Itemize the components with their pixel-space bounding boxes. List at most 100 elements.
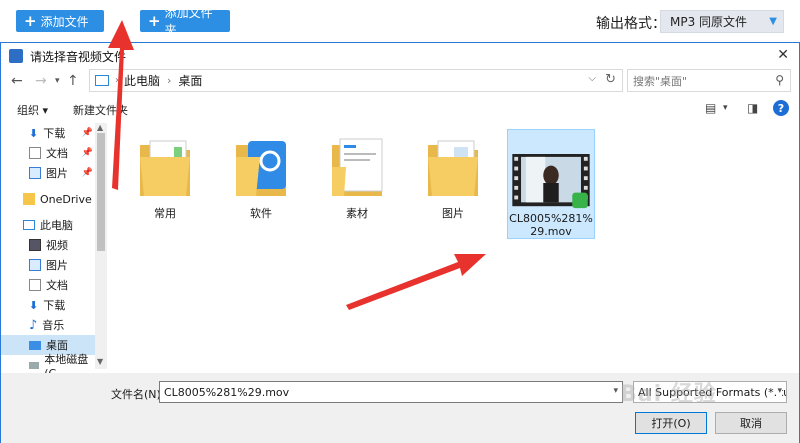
dialog-title: 请选择音视频文件 [30, 49, 127, 64]
add-file-button[interactable]: + 添加文件 [16, 10, 104, 32]
pin-icon: 📌 [81, 168, 93, 178]
refresh-icon[interactable]: ↻ [605, 72, 616, 87]
file-item-folder[interactable]: 常用 [121, 133, 209, 233]
picture-icon [29, 259, 41, 271]
sidebar-item-onedrive[interactable]: OneDrive [1, 189, 95, 209]
add-file-label: 添加文件 [40, 14, 89, 29]
back-arrow-icon[interactable]: ← [11, 73, 23, 89]
scroll-up-icon[interactable]: ▲ [97, 123, 103, 132]
cancel-button-label: 取消 [740, 417, 762, 430]
sidebar-scrollbar[interactable]: ▲ ▼ [95, 123, 107, 369]
scrollbar-thumb[interactable] [97, 133, 105, 251]
file-name: CL8005%281%29.mov [509, 212, 593, 238]
sidebar-item-videos[interactable]: 视频 [1, 235, 95, 255]
view-options-icon[interactable]: ▤ [705, 101, 716, 115]
output-format-value: MP3 同原文件 [670, 15, 748, 29]
file-name: 软件 [250, 207, 272, 220]
app-toolbar: + 添加文件 + 添加文件夹 输出格式： MP3 同原文件 ▼ [0, 0, 800, 42]
add-folder-label: 添加文件夹 [164, 6, 213, 37]
help-icon[interactable]: ? [773, 100, 789, 116]
search-icon: ⚲ [775, 73, 784, 87]
dialog-titlebar: 请选择音视频文件 ✕ [1, 43, 799, 69]
search-input[interactable]: 搜索"桌面" ⚲ [627, 69, 791, 92]
sidebar-item-label: OneDrive [40, 192, 92, 206]
forward-arrow-icon[interactable]: → [35, 73, 47, 89]
plus-icon: + [148, 11, 161, 30]
sidebar-item-label: 图片 [46, 259, 68, 272]
recent-dropdown-icon[interactable]: ▾ [55, 76, 60, 86]
sidebar-item-documents-pinned[interactable]: 文档 📌 [1, 143, 95, 163]
picture-icon [29, 167, 41, 179]
desktop-icon [29, 340, 41, 350]
music-note-icon: ♪ [29, 317, 38, 333]
chevron-down-icon: ▼ [769, 16, 777, 27]
file-item-folder[interactable]: 素材 [313, 133, 401, 233]
sidebar-item-label: 下载 [43, 299, 66, 312]
output-format-label: 输出格式： [596, 16, 666, 32]
download-arrow-icon: ⬇ [29, 126, 39, 140]
preview-pane-icon[interactable]: ◨ [747, 101, 758, 115]
chevron-down-icon: ▾ [777, 386, 782, 396]
document-icon [29, 147, 41, 159]
pin-icon: 📌 [81, 148, 93, 158]
sidebar-item-label: 下载 [43, 127, 66, 140]
file-item-folder[interactable]: 图片 [409, 133, 497, 233]
breadcrumb-item[interactable]: 桌面 [178, 72, 202, 89]
plus-icon: + [24, 11, 37, 30]
chevron-down-icon[interactable]: ▾ [723, 103, 728, 113]
folder-icon [23, 193, 35, 205]
download-arrow-icon: ⬇ [29, 298, 39, 312]
chevron-down-icon[interactable]: ▾ [613, 386, 618, 396]
new-folder-button[interactable]: 新建文件夹 [73, 102, 128, 118]
document-icon [29, 279, 41, 291]
file-item-folder[interactable]: 软件 [217, 133, 305, 233]
sidebar-item-label: 文档 [46, 147, 68, 160]
command-bar: 组织 ▾ 新建文件夹 ▤ ▾ ◨ ? [1, 97, 799, 121]
cancel-button[interactable]: 取消 [715, 412, 787, 434]
file-item-video[interactable]: CL8005%281%29.mov [507, 129, 595, 239]
file-name: 图片 [442, 207, 464, 220]
sidebar-item-this-pc[interactable]: 此电脑 [1, 215, 95, 235]
breadcrumb-item[interactable]: 此电脑 [124, 72, 160, 89]
up-arrow-icon[interactable]: ↑ [67, 73, 79, 89]
open-button[interactable]: 打开(O) [635, 412, 707, 434]
video-icon [29, 239, 41, 251]
computer-icon [23, 220, 35, 230]
file-name: 素材 [346, 207, 368, 220]
scroll-down-icon[interactable]: ▼ [97, 357, 103, 366]
sidebar-item-label: 此电脑 [40, 219, 73, 232]
filename-label: 文件名(N): [111, 388, 165, 401]
sidebar-item-downloads[interactable]: ⬇ 下载 [1, 295, 95, 315]
file-name: 常用 [154, 207, 176, 220]
sidebar-item-label: 音乐 [42, 319, 65, 332]
search-placeholder: 搜索"桌面" [633, 74, 688, 88]
app-icon [9, 49, 23, 63]
open-button-label: 打开(O) [651, 417, 691, 430]
chevron-down-icon[interactable]: ⌵ [588, 73, 596, 84]
video-thumbnail-icon [512, 154, 590, 209]
sidebar-item-downloads-pinned[interactable]: ⬇ 下载 📌 [1, 123, 95, 143]
drive-icon [29, 361, 40, 369]
folder-icon [236, 141, 286, 196]
add-folder-button[interactable]: + 添加文件夹 [140, 6, 230, 37]
navigation-row: ← → ▾ ↑ › 此电脑 › 桌面 ⌵ ↻ 搜索"桌面" ⚲ [1, 69, 799, 95]
address-bar[interactable]: › 此电脑 › 桌面 ⌵ ↻ [89, 69, 623, 92]
filename-field[interactable]: CL8005%281%29.mov ▾ [159, 381, 623, 403]
computer-icon [95, 75, 109, 86]
sidebar-item-documents[interactable]: 文档 [1, 275, 95, 295]
output-format-select[interactable]: MP3 同原文件 ▼ [660, 10, 784, 33]
folder-icon [332, 138, 383, 196]
sidebar-item-local-disk[interactable]: 本地磁盘 (C [1, 353, 95, 380]
file-list: 常用 软件 素材 图片 CL8005%281%29.mov [109, 123, 799, 373]
sidebar-item-label: 图片 [46, 167, 68, 180]
close-icon[interactable]: ✕ [777, 47, 789, 63]
folder-icon [428, 140, 478, 196]
sidebar-item-pictures-pinned[interactable]: 图片 📌 [1, 163, 95, 183]
filename-value: CL8005%281%29.mov [164, 385, 290, 399]
sidebar-item-music[interactable]: ♪ 音乐 [1, 315, 95, 335]
breadcrumb-separator-icon: › [115, 75, 119, 86]
sidebar-item-label: 文档 [46, 279, 68, 292]
watermark: Bai 经验 [620, 382, 717, 407]
sidebar-item-pictures[interactable]: 图片 [1, 255, 95, 275]
organize-button[interactable]: 组织 ▾ [17, 102, 48, 118]
